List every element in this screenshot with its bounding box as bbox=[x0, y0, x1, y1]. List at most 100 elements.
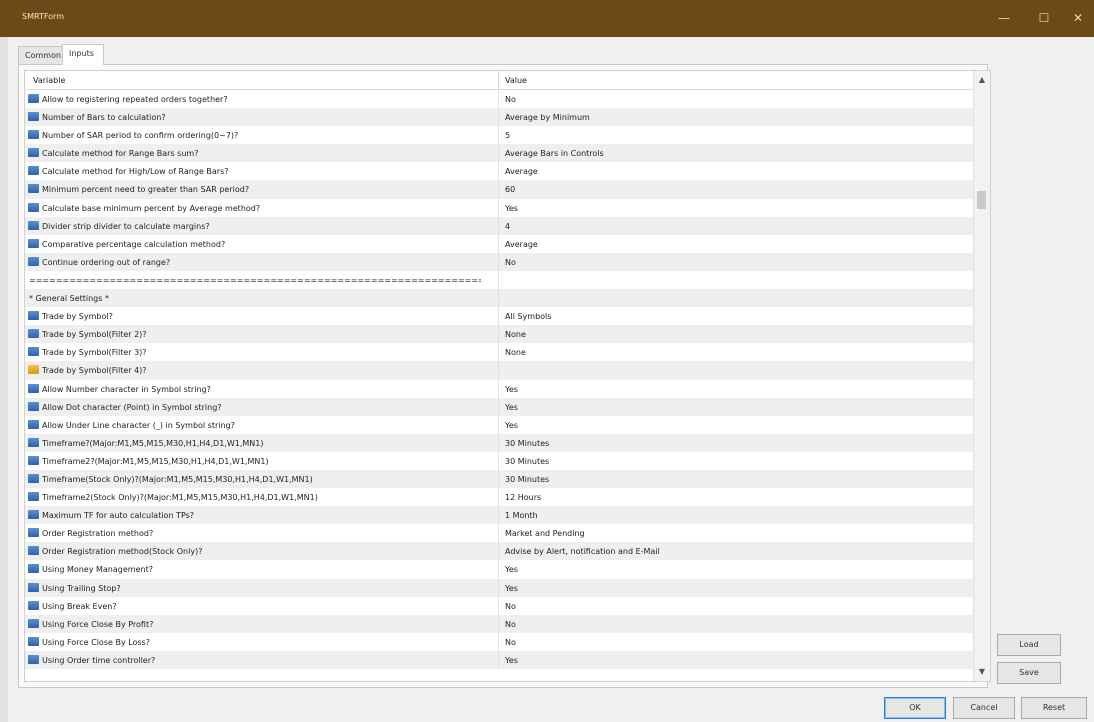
table-row[interactable]: Trade by Symbol(Filter 4)? bbox=[25, 361, 973, 380]
table-row[interactable]: Allow to registering repeated orders tog… bbox=[25, 90, 973, 108]
tab-inputs[interactable]: Inputs bbox=[62, 44, 104, 65]
value-cell[interactable]: 4 bbox=[505, 222, 510, 231]
value-cell[interactable]: Yes bbox=[505, 403, 518, 412]
column-header-value[interactable]: Value bbox=[505, 76, 527, 85]
cell-divider bbox=[498, 108, 499, 127]
table-row[interactable]: * General Settings * bbox=[25, 289, 973, 308]
value-cell[interactable]: Average bbox=[505, 167, 538, 176]
value-cell[interactable]: No bbox=[505, 638, 516, 647]
parameter-icon bbox=[28, 238, 39, 248]
value-cell[interactable]: Yes bbox=[505, 204, 518, 213]
cell-divider bbox=[498, 180, 499, 199]
table-row[interactable]: Timeframe(Stock Only)?(Major:M1,M5,M15,M… bbox=[25, 469, 973, 489]
variable-cell: Allow Dot character (Point) in Symbol st… bbox=[42, 402, 222, 412]
value-cell[interactable]: 1 Month bbox=[505, 511, 538, 520]
load-button[interactable]: Load bbox=[997, 634, 1061, 656]
value-cell[interactable]: Average bbox=[505, 240, 538, 249]
table-row[interactable]: Continue ordering out of range? No bbox=[25, 252, 973, 271]
variable-cell: Order Registration method? bbox=[42, 529, 154, 539]
close-button[interactable]: ✕ bbox=[1064, 8, 1092, 28]
variable-cell: Order Registration method(Stock Only)? bbox=[42, 547, 203, 557]
maximize-button[interactable]: ☐ bbox=[1030, 8, 1058, 28]
parameter-icon bbox=[28, 510, 39, 520]
table-row[interactable]: Timeframe2(Stock Only)?(Major:M1,M5,M15,… bbox=[25, 488, 973, 507]
value-cell[interactable]: Advise by Alert, notification and E-Mail bbox=[505, 547, 660, 556]
variable-cell: Calculate base minimum percent by Averag… bbox=[42, 203, 261, 213]
save-button[interactable]: Save bbox=[997, 662, 1061, 684]
value-cell[interactable]: 30 Minutes bbox=[505, 475, 549, 484]
column-header-variable[interactable]: Variable bbox=[33, 76, 65, 85]
parameter-icon bbox=[28, 654, 39, 664]
table-row[interactable]: Maximum TF for auto calculation TPs? 1 Mo… bbox=[25, 506, 973, 525]
variable-cell: Trade by Symbol(Filter 4)? bbox=[42, 366, 147, 376]
value-cell[interactable]: Yes bbox=[505, 421, 518, 430]
table-row[interactable]: Order Registration method(Stock Only)? Ad… bbox=[25, 542, 973, 561]
value-cell[interactable]: 30 Minutes bbox=[505, 439, 549, 448]
table-row[interactable]: Trade by Symbol? All Symbols bbox=[25, 307, 973, 326]
value-cell[interactable]: Market and Pending bbox=[505, 529, 585, 538]
value-cell[interactable]: All Symbols bbox=[505, 312, 551, 321]
variable-cell: Timeframe2(Stock Only)?(Major:M1,M5,M15,… bbox=[42, 493, 318, 503]
table-row[interactable]: Calculate method for High/Low of Range B… bbox=[25, 162, 973, 181]
cancel-button[interactable]: Cancel bbox=[953, 697, 1015, 719]
table-row[interactable]: Using Force Close By Loss? No bbox=[25, 632, 973, 651]
value-cell[interactable]: Yes bbox=[505, 385, 518, 394]
table-row[interactable]: Order Registration method? Market and Pen… bbox=[25, 524, 973, 543]
vertical-scrollbar[interactable]: ▲ ▼ bbox=[973, 71, 990, 681]
table-row[interactable]: Using Break Even? No bbox=[25, 596, 973, 615]
table-row[interactable]: Number of Bars to calculation? Average by… bbox=[25, 108, 973, 127]
table-row[interactable]: Allow Dot character (Point) in Symbol st… bbox=[25, 397, 973, 416]
value-cell[interactable]: No bbox=[505, 602, 516, 611]
table-row[interactable]: Divider strip divider to calculate margi… bbox=[25, 216, 973, 235]
table-row[interactable]: Trade by Symbol(Filter 2)? None bbox=[25, 325, 973, 344]
parameter-icon bbox=[28, 256, 39, 266]
scroll-down-arrow[interactable]: ▼ bbox=[974, 665, 990, 679]
variable-cell: Maximum TF for auto calculation TPs? bbox=[42, 511, 195, 521]
tab-common[interactable]: Common bbox=[18, 46, 64, 64]
ok-button[interactable]: OK bbox=[884, 697, 946, 719]
table-row[interactable]: Using Trailing Stop? Yes bbox=[25, 578, 973, 597]
table-row[interactable]: Timeframe2?(Major:M1,M5,M15,M30,H1,H4,D1… bbox=[25, 451, 973, 470]
value-cell[interactable]: 60 bbox=[505, 185, 515, 194]
column-divider[interactable] bbox=[498, 71, 499, 89]
table-row[interactable]: Comparative percentage calculation metho… bbox=[25, 234, 973, 253]
value-cell[interactable]: No bbox=[505, 258, 516, 267]
cell-divider bbox=[498, 397, 499, 416]
value-cell[interactable]: 12 Hours bbox=[505, 493, 541, 502]
value-cell[interactable]: No bbox=[505, 95, 516, 104]
cell-divider bbox=[498, 361, 499, 380]
table-row[interactable]: Number of SAR period to confirm ordering… bbox=[25, 126, 973, 145]
variable-cell: Timeframe?(Major:M1,M5,M15,M30,H1,H4,D1,… bbox=[42, 438, 264, 448]
value-cell[interactable]: 30 Minutes bbox=[505, 457, 549, 466]
scroll-up-arrow[interactable]: ▲ bbox=[974, 73, 990, 87]
table-row[interactable]: Allow Number character in Symbol string?… bbox=[25, 379, 973, 398]
value-cell[interactable]: Yes bbox=[505, 656, 518, 665]
variable-cell: * General Settings * bbox=[29, 294, 109, 304]
table-row[interactable]: Calculate method for Range Bars sum? Aver… bbox=[25, 144, 973, 163]
table-row[interactable]: Timeframe?(Major:M1,M5,M15,M30,H1,H4,D1,… bbox=[25, 433, 973, 452]
reset-button[interactable]: Reset bbox=[1021, 697, 1087, 719]
scroll-thumb[interactable] bbox=[977, 191, 986, 209]
value-cell[interactable]: Average by Minimum bbox=[505, 113, 590, 122]
value-cell[interactable]: No bbox=[505, 620, 516, 629]
parameter-icon bbox=[28, 220, 39, 230]
table-row[interactable]: Using Order time controller? Yes bbox=[25, 650, 973, 669]
minimize-button[interactable]: — bbox=[990, 8, 1018, 28]
value-cell[interactable]: None bbox=[505, 330, 526, 339]
parameter-icon bbox=[28, 148, 39, 158]
table-row[interactable]: Minimum percent need to greater than SAR… bbox=[25, 180, 973, 199]
value-cell[interactable]: 5 bbox=[505, 131, 510, 140]
table-row[interactable]: Trade by Symbol(Filter 3)? None bbox=[25, 343, 973, 362]
value-cell[interactable]: Yes bbox=[505, 565, 518, 574]
table-row[interactable]: Using Force Close By Profit? No bbox=[25, 614, 973, 633]
table-row[interactable]: Allow Under Line character (_) in Symbol… bbox=[25, 415, 973, 434]
value-cell[interactable]: Yes bbox=[505, 584, 518, 593]
parameter-icon bbox=[28, 582, 39, 592]
value-cell[interactable]: None bbox=[505, 348, 526, 357]
cell-divider bbox=[498, 415, 499, 434]
table-row[interactable]: Calculate base minimum percent by Averag… bbox=[25, 198, 973, 217]
table-row[interactable]: ========================================… bbox=[25, 270, 973, 289]
table-row[interactable]: Using Money Management? Yes bbox=[25, 560, 973, 579]
value-cell[interactable]: Average Bars in Controls bbox=[505, 149, 604, 158]
parameter-icon bbox=[28, 492, 39, 502]
